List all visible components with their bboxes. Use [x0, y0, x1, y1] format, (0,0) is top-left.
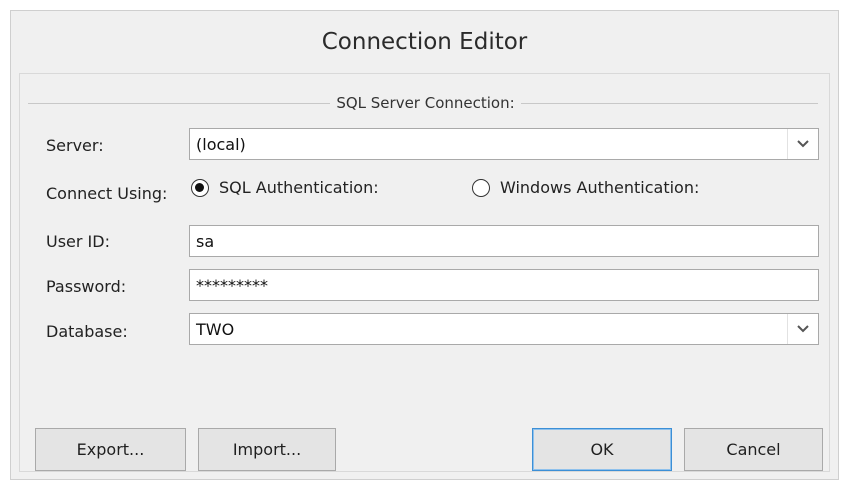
connect-using-label: Connect Using:	[46, 184, 168, 203]
database-combobox[interactable]: TWO	[189, 313, 819, 345]
server-label: Server:	[46, 136, 104, 155]
sql-authentication-label: SQL Authentication:	[219, 178, 379, 197]
password-value: *********	[196, 275, 268, 295]
import-button[interactable]: Import...	[198, 428, 336, 471]
database-label: Database:	[46, 322, 128, 341]
windows-authentication-radio[interactable]	[472, 178, 490, 197]
ok-button[interactable]: OK	[532, 428, 672, 471]
database-value: TWO	[196, 319, 235, 339]
group-caption: SQL Server Connection:	[330, 94, 521, 112]
user-id-value: sa	[196, 231, 215, 251]
chevron-down-icon	[797, 140, 809, 148]
server-dropdown-button[interactable]	[787, 129, 818, 159]
server-value: (local)	[196, 134, 246, 154]
title-bar: Connection Editor	[11, 11, 838, 73]
server-combobox[interactable]: (local)	[189, 128, 819, 160]
export-button[interactable]: Export...	[35, 428, 186, 471]
user-id-label: User ID:	[46, 232, 110, 251]
chevron-down-icon	[797, 325, 809, 333]
group-caption-row: SQL Server Connection:	[0, 93, 851, 112]
sql-authentication-option[interactable]: SQL Authentication:	[191, 178, 379, 197]
windows-authentication-label: Windows Authentication:	[500, 178, 700, 197]
password-label: Password:	[46, 277, 127, 296]
sql-authentication-radio[interactable]	[191, 178, 209, 197]
password-field[interactable]: *********	[189, 269, 819, 301]
cancel-button[interactable]: Cancel	[684, 428, 823, 471]
database-dropdown-button[interactable]	[787, 314, 818, 344]
windows-authentication-option[interactable]: Windows Authentication:	[472, 178, 699, 197]
window-title: Connection Editor	[321, 29, 528, 55]
user-id-field[interactable]: sa	[189, 225, 819, 257]
